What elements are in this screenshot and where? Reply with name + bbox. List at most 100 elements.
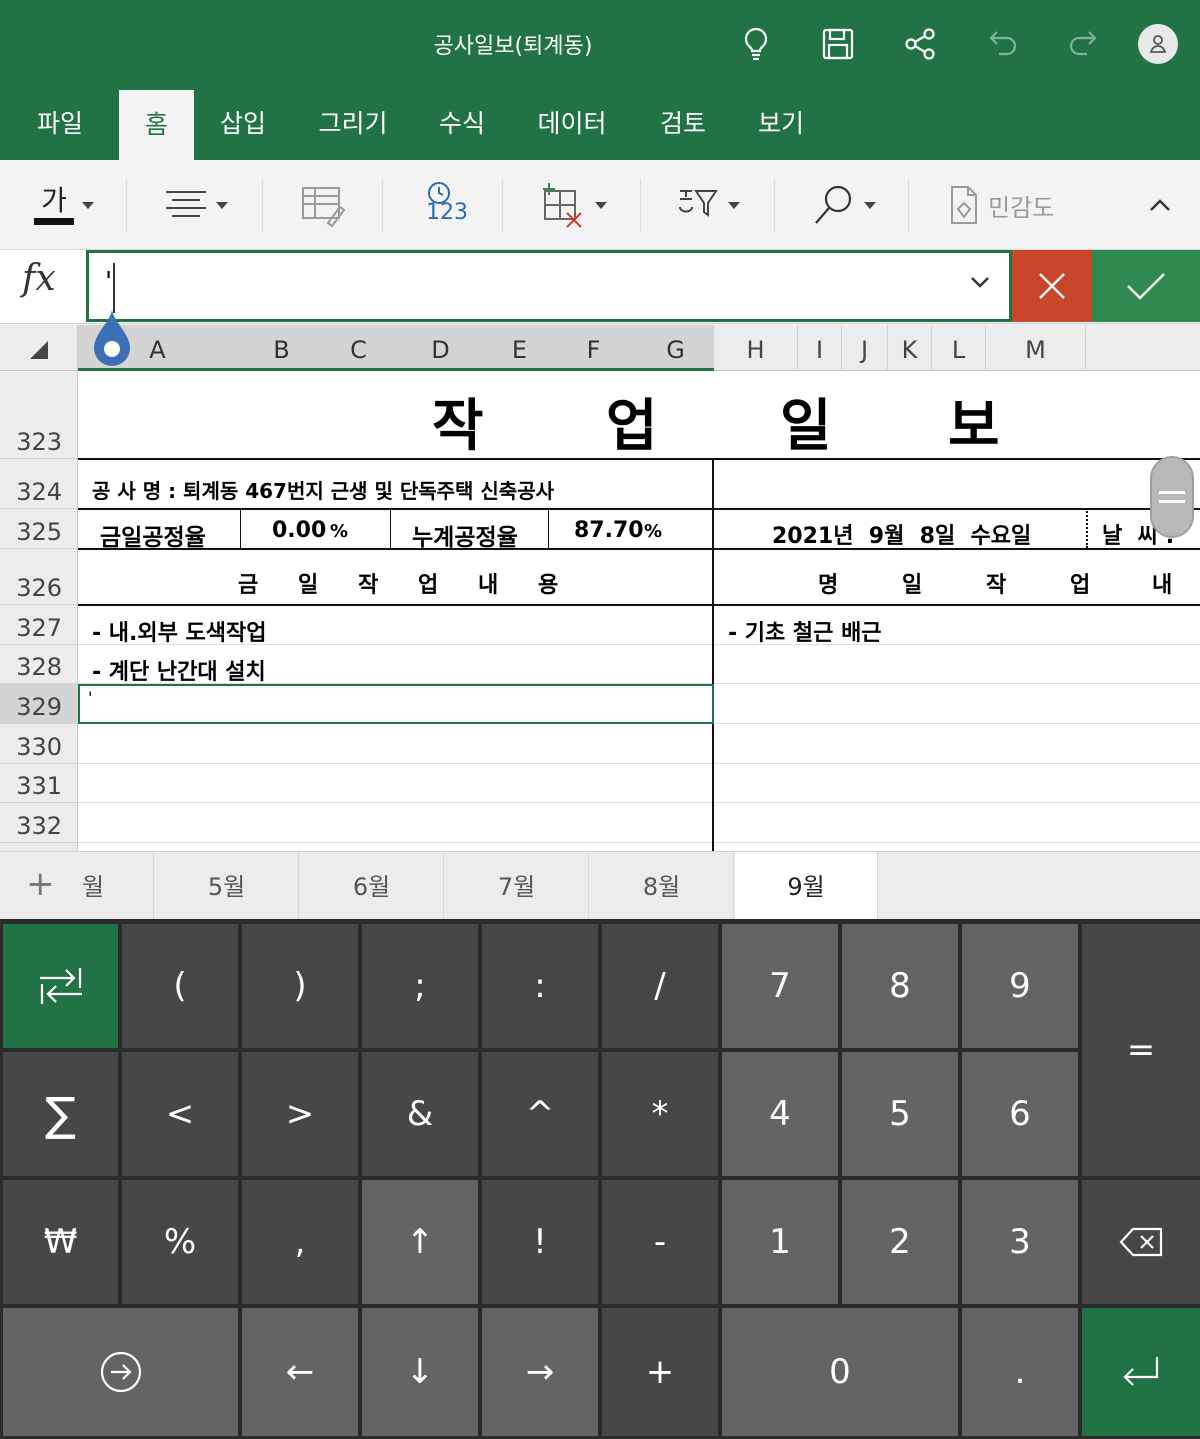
key-minus[interactable]: - bbox=[602, 1180, 718, 1304]
sum-key[interactable]: ∑ bbox=[3, 1052, 118, 1176]
select-all-button[interactable] bbox=[0, 325, 78, 371]
key-plus[interactable]: + bbox=[602, 1308, 718, 1436]
key-equals[interactable]: = bbox=[1082, 924, 1200, 1176]
key-0[interactable]: 0 bbox=[722, 1308, 958, 1436]
tab-next-key[interactable] bbox=[3, 1308, 238, 1436]
row-header-326[interactable]: 326 bbox=[0, 549, 78, 605]
align-button[interactable] bbox=[158, 172, 234, 238]
column-header-l[interactable]: L bbox=[932, 325, 986, 371]
column-header-i[interactable]: I bbox=[798, 325, 842, 371]
sheet-tab-active[interactable]: 9월 bbox=[735, 852, 878, 920]
worksheet-grid[interactable]: 작 업 일 보 공 사 명 : 퇴계동 467번지 근생 및 단독주택 신축공사… bbox=[78, 371, 1200, 851]
backspace-key[interactable] bbox=[1082, 1180, 1200, 1304]
enter-key[interactable] bbox=[1082, 1308, 1200, 1436]
key-greater-than[interactable]: > bbox=[242, 1052, 358, 1176]
column-header-h[interactable]: H bbox=[714, 325, 798, 371]
active-cell[interactable]: ' bbox=[78, 684, 714, 724]
insert-delete-cells-button[interactable] bbox=[532, 172, 612, 238]
key-6[interactable]: 6 bbox=[962, 1052, 1078, 1176]
tab-home[interactable]: 홈 bbox=[119, 90, 194, 160]
key-4[interactable]: 4 bbox=[722, 1052, 838, 1176]
key-arrow-up[interactable]: ↑ bbox=[362, 1180, 478, 1304]
row-header-332[interactable]: 332 bbox=[0, 803, 78, 843]
column-header-e[interactable]: E bbox=[490, 325, 550, 371]
row-header-324[interactable]: 324 bbox=[0, 459, 78, 509]
collapse-ribbon-button[interactable] bbox=[1140, 172, 1180, 238]
tab-view[interactable]: 보기 bbox=[744, 88, 818, 160]
row-header-331[interactable]: 331 bbox=[0, 764, 78, 803]
key-close-paren[interactable]: ) bbox=[242, 924, 358, 1048]
confirm-button[interactable] bbox=[1092, 250, 1200, 322]
undo-icon[interactable] bbox=[978, 20, 1026, 68]
column-header-k[interactable]: K bbox=[888, 325, 932, 371]
redo-icon[interactable] bbox=[1060, 20, 1108, 68]
number-format-button[interactable]: 123 bbox=[410, 172, 476, 238]
save-icon[interactable] bbox=[814, 20, 862, 68]
add-sheet-button[interactable]: + bbox=[26, 864, 55, 904]
sheet-tab[interactable]: 7월 bbox=[445, 852, 589, 920]
key-ampersand[interactable]: & bbox=[362, 1052, 478, 1176]
key-caret[interactable]: ^ bbox=[482, 1052, 598, 1176]
row-header-330[interactable]: 330 bbox=[0, 724, 78, 764]
tab-file[interactable]: 파일 bbox=[22, 88, 98, 160]
format-table-button[interactable] bbox=[290, 172, 356, 238]
key-5[interactable]: 5 bbox=[842, 1052, 958, 1176]
key-comma[interactable]: , bbox=[242, 1180, 358, 1304]
tab-draw[interactable]: 그리기 bbox=[304, 88, 402, 160]
lightbulb-icon[interactable] bbox=[732, 20, 780, 68]
key-percent[interactable]: % bbox=[122, 1180, 238, 1304]
key-arrow-right[interactable]: → bbox=[482, 1308, 598, 1436]
column-header-m[interactable]: M bbox=[986, 325, 1086, 371]
column-header-b[interactable]: B bbox=[238, 325, 326, 371]
key-won[interactable]: ₩ bbox=[3, 1180, 118, 1304]
key-decimal[interactable]: . bbox=[962, 1308, 1078, 1436]
column-header-c[interactable]: C bbox=[326, 325, 392, 371]
key-semicolon[interactable]: ; bbox=[362, 924, 478, 1048]
tab-data[interactable]: 데이터 bbox=[526, 88, 618, 160]
sheet-tab[interactable]: 8월 bbox=[590, 852, 734, 920]
tab-review[interactable]: 검토 bbox=[646, 88, 720, 160]
column-header-g[interactable]: G bbox=[638, 325, 714, 371]
column-header-j[interactable]: J bbox=[842, 325, 888, 371]
tab-insert[interactable]: 삽입 bbox=[206, 88, 280, 160]
row-header-327[interactable]: 327 bbox=[0, 605, 78, 645]
gridline bbox=[78, 548, 1200, 550]
key-less-than[interactable]: < bbox=[122, 1052, 238, 1176]
key-8[interactable]: 8 bbox=[842, 924, 958, 1048]
tab-formulas[interactable]: 수식 bbox=[424, 88, 500, 160]
sheet-tab[interactable]: 6월 bbox=[300, 852, 444, 920]
sheet-tab[interactable]: 5월 bbox=[155, 852, 299, 920]
key-arrow-left[interactable]: ← bbox=[242, 1308, 358, 1436]
keyboard-switch-key[interactable] bbox=[3, 924, 118, 1048]
key-arrow-down[interactable]: ↓ bbox=[362, 1308, 478, 1436]
formula-input[interactable]: ' bbox=[86, 250, 1012, 322]
key-open-paren[interactable]: ( bbox=[122, 924, 238, 1048]
row-header-325[interactable]: 325 bbox=[0, 509, 78, 549]
row-header-329[interactable]: 329 bbox=[0, 684, 78, 724]
chevron-down-icon[interactable] bbox=[969, 275, 991, 289]
key-exclamation[interactable]: ! bbox=[482, 1180, 598, 1304]
key-colon[interactable]: : bbox=[482, 924, 598, 1048]
key-9[interactable]: 9 bbox=[962, 924, 1078, 1048]
key-7[interactable]: 7 bbox=[722, 924, 838, 1048]
selection-drag-handle[interactable] bbox=[92, 308, 132, 370]
sheet-tab[interactable]: 월 bbox=[80, 852, 154, 920]
font-button[interactable]: 가 bbox=[24, 172, 104, 238]
sort-filter-button[interactable] bbox=[670, 172, 746, 238]
column-header-f[interactable]: F bbox=[550, 325, 638, 371]
sensitivity-button[interactable]: 민감도 bbox=[948, 172, 1078, 238]
cancel-button[interactable] bbox=[1012, 250, 1092, 322]
share-icon[interactable] bbox=[896, 20, 944, 68]
key-asterisk[interactable]: * bbox=[602, 1052, 718, 1176]
column-header-d[interactable]: D bbox=[392, 325, 490, 371]
row-header-328[interactable]: 328 bbox=[0, 645, 78, 684]
key-slash[interactable]: / bbox=[602, 924, 718, 1048]
scroll-handle[interactable] bbox=[1150, 456, 1194, 538]
row-header-323[interactable]: 323 bbox=[0, 371, 78, 459]
key-2[interactable]: 2 bbox=[842, 1180, 958, 1304]
find-button[interactable] bbox=[806, 172, 882, 238]
key-3[interactable]: 3 bbox=[962, 1180, 1078, 1304]
key-1[interactable]: 1 bbox=[722, 1180, 838, 1304]
fx-icon[interactable]: fx bbox=[22, 258, 56, 299]
account-icon[interactable] bbox=[1138, 24, 1178, 64]
